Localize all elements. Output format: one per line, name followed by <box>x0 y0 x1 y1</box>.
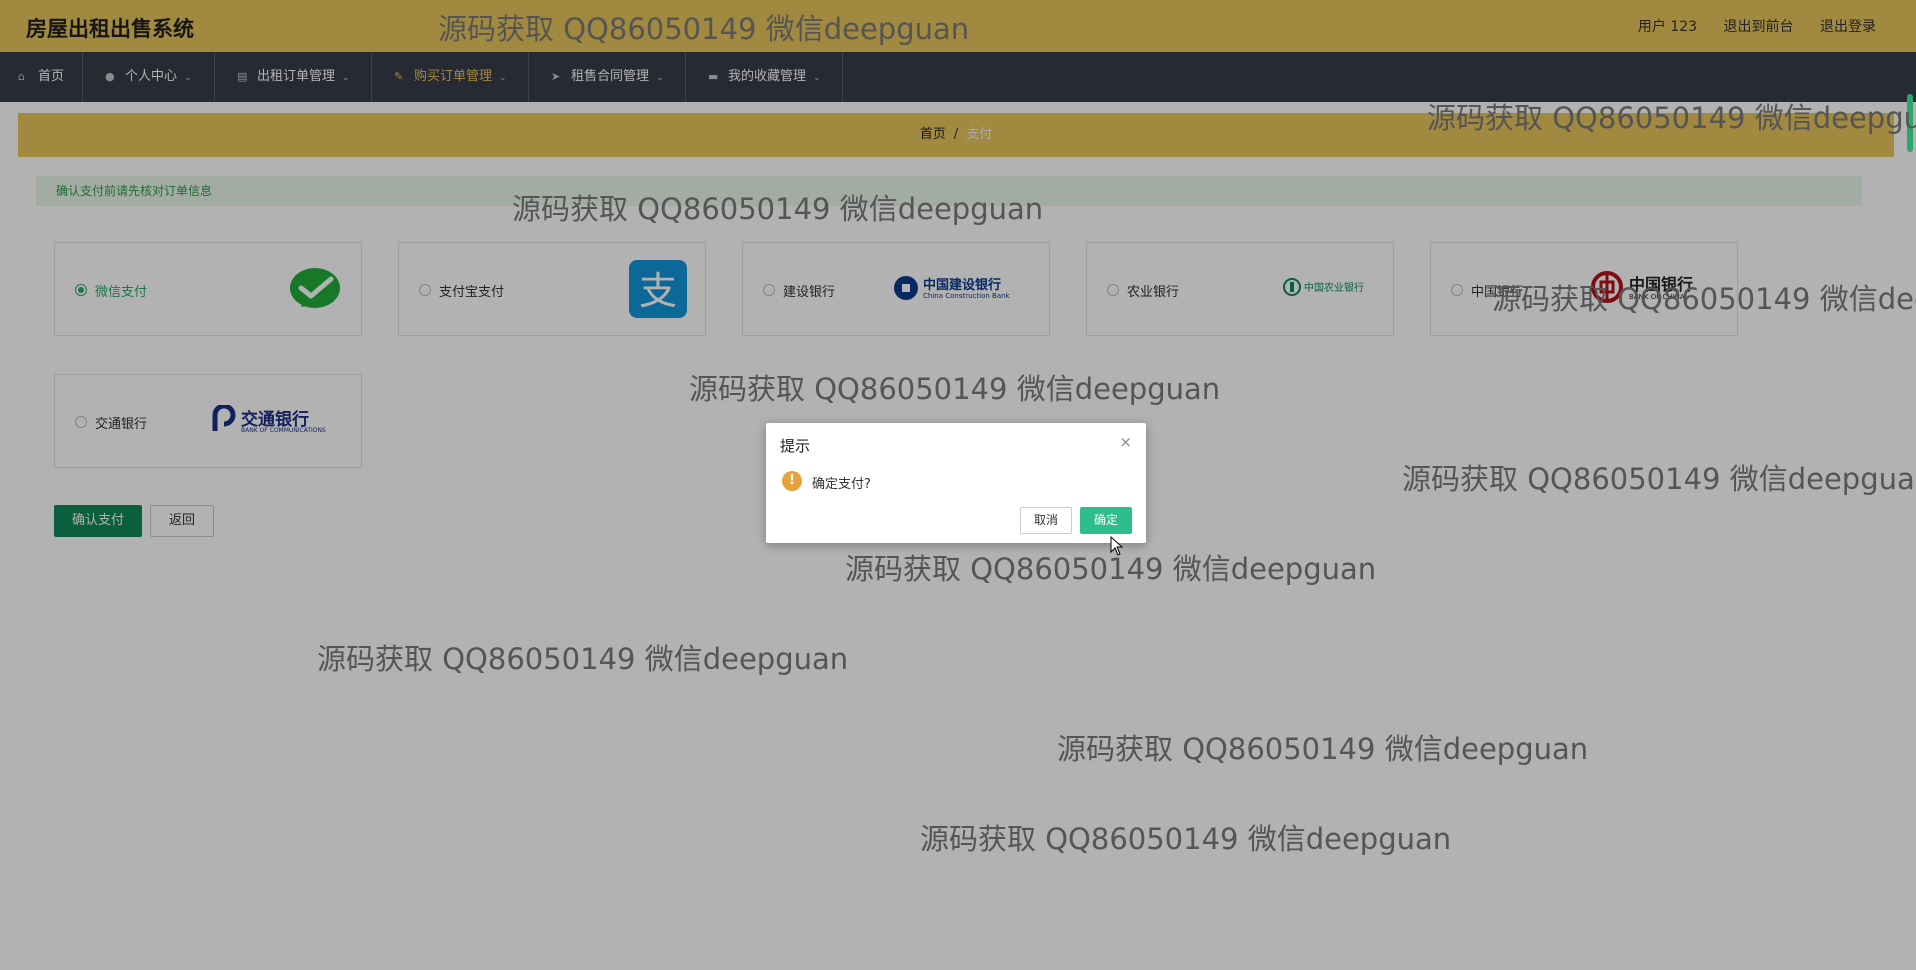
mouse-cursor-icon <box>1110 536 1124 556</box>
dialog-message: 确定支付? <box>812 477 871 492</box>
close-icon[interactable]: × <box>1119 433 1132 451</box>
dialog-title: 提示 <box>780 437 811 455</box>
watermark-text: 源码获取 QQ86050149 微信deepguan <box>1057 732 1589 766</box>
dialog-ok-button[interactable]: 确定 <box>1080 507 1132 534</box>
watermark-text: 源码获取 QQ86050149 微信deepguan <box>1427 101 1916 135</box>
watermark-text: 源码获取 QQ86050149 微信deepguan <box>689 372 1221 406</box>
watermark-text: 源码获取 QQ86050149 微信deepguan <box>438 12 970 46</box>
watermark-text: 源码获取 QQ86050149 微信deepguan <box>512 192 1044 226</box>
watermark-text: 源码获取 QQ86050149 微信deepguan <box>1492 282 1916 316</box>
dialog-cancel-button[interactable]: 取消 <box>1020 507 1072 534</box>
watermark-text: 源码获取 QQ86050149 微信deepguan <box>317 642 849 676</box>
watermark-text: 源码获取 QQ86050149 微信deepguan <box>920 822 1452 856</box>
confirm-dialog: 提示 × ! 确定支付? 取消 确定 <box>766 423 1146 543</box>
watermark-text: 源码获取 QQ86050149 微信deepguan <box>1402 462 1916 496</box>
warning-icon: ! <box>782 471 802 491</box>
